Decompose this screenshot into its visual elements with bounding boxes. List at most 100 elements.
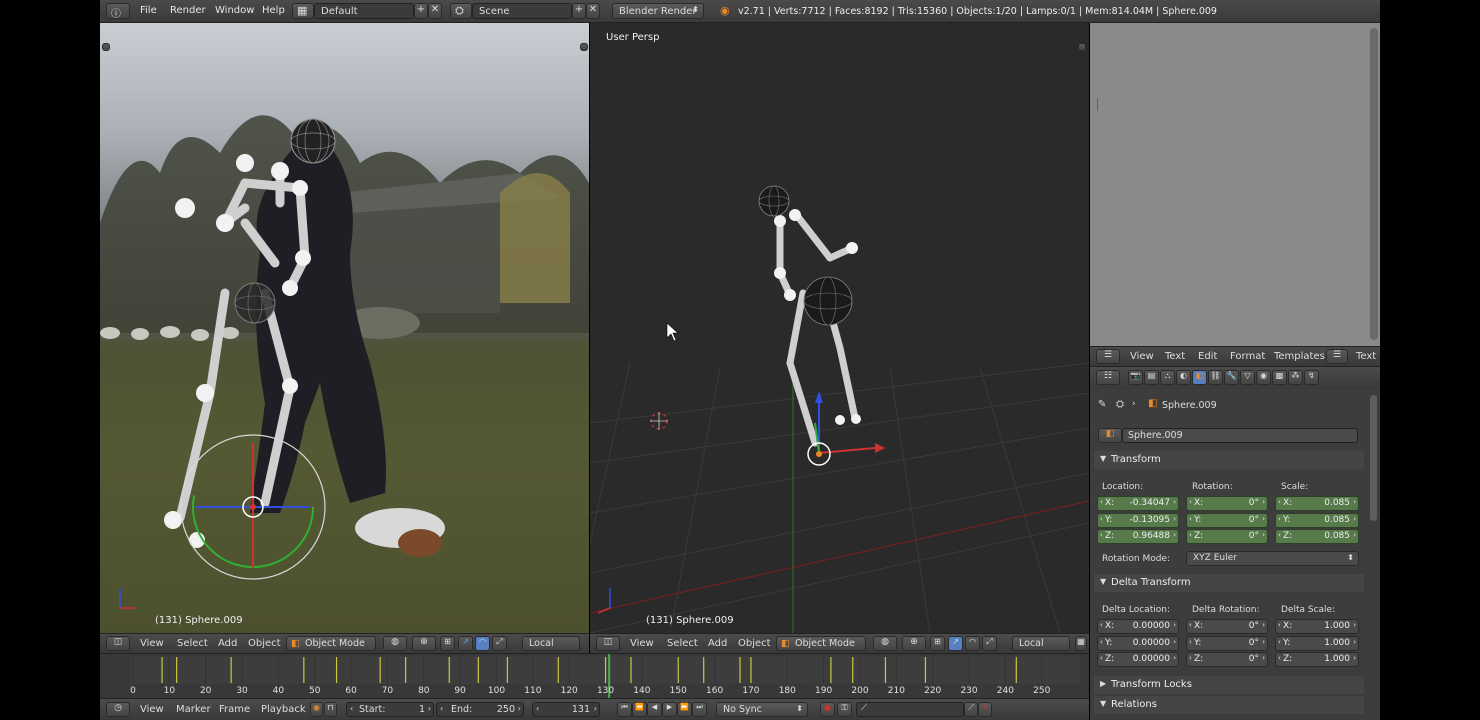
increment-arrow-icon[interactable]: › xyxy=(1173,531,1176,539)
viewport-shading-icon[interactable]: ◍ xyxy=(873,636,897,651)
menu-format[interactable]: Format xyxy=(1230,351,1265,362)
transform-orientation-dropdown[interactable]: Local xyxy=(1012,636,1070,651)
increment-arrow-icon[interactable]: › xyxy=(1262,638,1265,646)
play-icon[interactable]: ▶ xyxy=(662,702,677,717)
add-scene-icon[interactable]: + xyxy=(572,3,586,19)
current-frame-field[interactable]: ‹ 131 › xyxy=(532,702,600,717)
menu-file[interactable]: File xyxy=(140,5,157,16)
increment-arrow-icon[interactable]: › xyxy=(1353,621,1356,629)
rotate-icon[interactable]: ◠ xyxy=(475,636,490,651)
increment-arrow-icon[interactable]: › xyxy=(1262,515,1265,523)
decrement-arrow-icon[interactable]: ‹ xyxy=(1278,654,1281,662)
translate-icon[interactable]: ↗ xyxy=(948,636,963,651)
decrement-arrow-icon[interactable]: ‹ xyxy=(1278,531,1281,539)
menu-select[interactable]: Select xyxy=(177,638,208,649)
mode-dropdown[interactable]: ◧ Object Mode xyxy=(776,636,866,651)
text-datablock-icon[interactable]: ☰ xyxy=(1326,349,1348,364)
jump-end-icon[interactable]: ⏭ xyxy=(692,702,707,717)
close-layout-icon[interactable]: ✕ xyxy=(428,3,442,19)
scale-field-x[interactable]: ‹ X: 0.085 › xyxy=(1275,496,1359,511)
pivot-point-icon[interactable]: ⊕ xyxy=(902,636,926,651)
editor-type-text-icon[interactable]: ☰ xyxy=(1096,349,1120,364)
rotation-field-x[interactable]: ‹ X: 0° › xyxy=(1186,496,1268,511)
decrement-arrow-icon[interactable]: ‹ xyxy=(1100,515,1103,523)
render-tab-icon[interactable]: 📷 xyxy=(1128,370,1143,385)
manipulator-toggle-icon[interactable]: ⊞ xyxy=(440,636,455,651)
increment-arrow-icon[interactable]: › xyxy=(1353,654,1356,662)
decrement-arrow-icon[interactable]: ‹ xyxy=(1189,531,1192,539)
editor-type-properties-icon[interactable]: ☷ xyxy=(1096,370,1120,385)
jump-start-icon[interactable]: ⏮ xyxy=(617,702,632,717)
delta-scale-field-y[interactable]: ‹ Y: 1.000 › xyxy=(1275,635,1359,651)
editor-type-button[interactable]: ⓘ xyxy=(106,3,130,20)
constraints-tab-icon[interactable]: ⛓ xyxy=(1208,370,1223,385)
record-icon[interactable]: ● xyxy=(820,702,835,717)
translate-icon[interactable]: ↗ xyxy=(458,636,473,651)
scale-field-z[interactable]: ‹ Z: 0.085 › xyxy=(1275,529,1359,544)
viewport-shading-icon[interactable]: ◍ xyxy=(383,636,407,651)
decrement-arrow-icon[interactable]: ‹ xyxy=(1100,531,1103,539)
decrement-arrow-icon[interactable]: ‹ xyxy=(1189,515,1192,523)
delta-scale-field-x[interactable]: ‹ X: 1.000 › xyxy=(1275,619,1359,634)
rotation-field-z[interactable]: ‹ Z: 0° › xyxy=(1186,529,1268,544)
insert-keyframe-icon[interactable]: ⟋ xyxy=(964,702,978,717)
menu-help[interactable]: Help xyxy=(262,5,285,16)
mode-dropdown[interactable]: ◧ Object Mode xyxy=(286,636,376,651)
screen-layout-icon[interactable]: ▦ xyxy=(292,3,314,19)
viewport-corner-widget[interactable] xyxy=(102,43,110,51)
increment-arrow-icon[interactable]: › xyxy=(1353,498,1356,506)
menu-playback[interactable]: Playback xyxy=(261,704,306,715)
text-mode-label[interactable]: Text xyxy=(1356,351,1376,362)
rotate-icon[interactable]: ◠ xyxy=(965,636,980,651)
menu-marker[interactable]: Marker xyxy=(176,704,211,715)
menu-templates[interactable]: Templates xyxy=(1274,351,1325,362)
decrement-arrow-icon[interactable]: ‹ xyxy=(1189,621,1192,629)
data-tab-icon[interactable]: ▽ xyxy=(1240,370,1255,385)
physics-tab-icon[interactable]: ↯ xyxy=(1304,370,1319,385)
increment-arrow-icon[interactable]: › xyxy=(1262,498,1265,506)
menu-view[interactable]: View xyxy=(140,704,164,715)
sync-mode-dropdown[interactable]: No Sync ⬍ xyxy=(716,702,808,717)
menu-window[interactable]: Window xyxy=(215,5,254,16)
delta-location-field-y[interactable]: ‹ Y: 0.00000 › xyxy=(1097,635,1179,651)
layers-icon[interactable]: ▦ xyxy=(1075,636,1087,651)
increment-arrow-icon[interactable]: › xyxy=(1173,498,1176,506)
texture-tab-icon[interactable]: ▩ xyxy=(1272,370,1287,385)
menu-edit[interactable]: Edit xyxy=(1198,351,1217,362)
viewport-corner-widget[interactable] xyxy=(580,43,588,51)
menu-view[interactable]: View xyxy=(140,638,164,649)
world-tab-icon[interactable]: ◐ xyxy=(1176,370,1191,385)
start-frame-field[interactable]: ‹ Start: 1 › xyxy=(346,702,434,717)
transform-locks-panel-header[interactable]: ▶ Transform Locks xyxy=(1094,676,1364,694)
object-name-field[interactable]: Sphere.009 xyxy=(1122,428,1358,443)
material-tab-icon[interactable]: ◉ xyxy=(1256,370,1271,385)
modifiers-tab-icon[interactable]: 🔧 xyxy=(1224,370,1239,385)
decrement-arrow-icon[interactable]: ‹ xyxy=(1278,638,1281,646)
rotation-field-y[interactable]: ‹ Y: 0° › xyxy=(1186,512,1268,528)
menu-view[interactable]: View xyxy=(630,638,654,649)
delta-scale-field-z[interactable]: ‹ Z: 1.000 › xyxy=(1275,652,1359,667)
object-tab-icon[interactable]: ◧ xyxy=(1192,370,1207,385)
viewport-corner-widget[interactable] xyxy=(1078,43,1086,51)
menu-add[interactable]: Add xyxy=(218,638,237,649)
decrement-arrow-icon[interactable]: ‹ xyxy=(1100,498,1103,506)
increment-arrow-icon[interactable]: › xyxy=(1262,654,1265,662)
increment-arrow-icon[interactable]: › xyxy=(1173,515,1176,523)
menu-add[interactable]: Add xyxy=(708,638,727,649)
menu-view[interactable]: View xyxy=(1130,351,1154,362)
text-editor-area[interactable] xyxy=(1090,23,1380,346)
menu-frame[interactable]: Frame xyxy=(219,704,250,715)
viewport-3d[interactable]: User Persp (131) Sphere.009 xyxy=(590,23,1089,633)
increment-arrow-icon[interactable]: › xyxy=(1262,531,1265,539)
keying-set-field[interactable]: ⟋ xyxy=(856,702,964,717)
decrement-arrow-icon[interactable]: ‹ xyxy=(1278,621,1281,629)
scene-icon[interactable]: ⛭ xyxy=(450,3,472,19)
increment-arrow-icon[interactable]: › xyxy=(1173,638,1176,646)
increment-arrow-icon[interactable]: › xyxy=(1262,621,1265,629)
clock-icon[interactable]: ◷ xyxy=(106,702,130,717)
transform-orientation-dropdown[interactable]: Local xyxy=(522,636,580,651)
pin-icon[interactable]: ✎ xyxy=(1098,399,1106,410)
decrement-arrow-icon[interactable]: ‹ xyxy=(1278,498,1281,506)
particles-tab-icon[interactable]: ⁂ xyxy=(1288,370,1303,385)
render-layers-tab-icon[interactable]: ▤ xyxy=(1144,370,1159,385)
